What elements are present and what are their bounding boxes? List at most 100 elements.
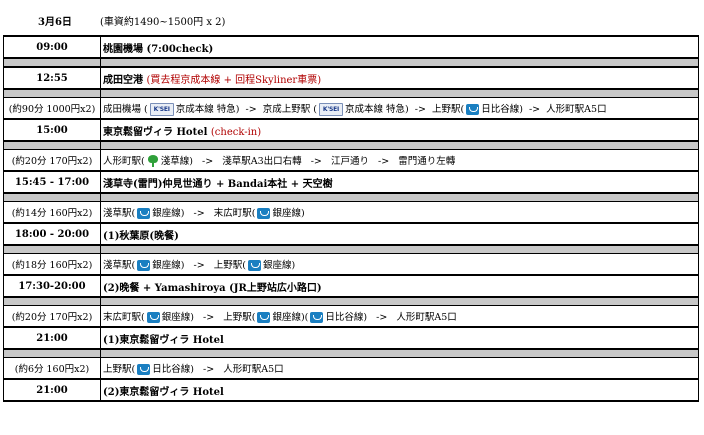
place-name: 成田空港 [103,74,147,86]
route-cell: 上野駅( 日比谷線) -> 人形町駅A5口 [100,357,699,380]
tokyo-metro-icon [146,312,160,323]
row-separator [3,140,699,150]
route-line: 日比谷線) [481,103,523,115]
table-row: 21:00 (2)東京鬆留ヴィラ Hotel [3,378,699,402]
table-row: (約20分 170円x2) 人形町駅(淺草線) -> 淺草駅A3出口右轉 -> … [3,149,699,172]
place-cell: (2)晚餐 + Yamashiroya (JR上野站広小路口) [100,274,699,298]
route-cell: 淺草駅(銀座線) -> 上野駅(銀座線) [100,253,699,276]
time-cell: 15:00 [3,118,101,142]
tokyo-metro-icon [137,260,151,271]
route-line: 銀座線) [152,208,185,219]
table-row: 18:00 - 20:00 (1)秋葉原(晚餐) [3,222,699,246]
route-line: 京成本線 特急) [344,103,409,115]
route-arrow: -> [310,155,322,167]
route-arrow: -> [203,364,215,375]
place-cell: 成田空港 (買去程京成本線 + 回程Skyliner車票) [100,66,699,90]
fare-cell: (約6分 160円x2) [3,357,101,380]
table-row: 15:45 - 17:00 淺草寺(雷門)仲見世通り + Bandai本社 + … [3,170,699,194]
time-cell: 17:30-20:00 [3,274,101,298]
fare-cell: (約20分 170円x2) [3,305,101,328]
place-cell: 淺草寺(雷門)仲見世通り + Bandai本社 + 天空樹 [100,170,699,194]
fare-cell: (約20分 170円x2) [3,149,101,172]
route-line: 銀座線)( [272,312,309,323]
route-station: 京成上野駅 ( [262,103,317,115]
table-row: (約18分 160円x2) 淺草駅(銀座線) -> 上野駅(銀座線) [3,253,699,276]
row-separator [3,348,699,358]
route-cell: 人形町駅(淺草線) -> 淺草駅A3出口右轉 -> 江戸通り -> 雷門通り左轉 [100,149,699,172]
route-station: 淺草駅A3出口右轉 [222,155,302,167]
route-line: 銀座線) [152,260,185,271]
route-cell: 成田機場 (K'SEI 京成本線 特急) -> 京成上野駅 (K'SEI 京成本線 … [100,97,699,120]
route-arrow: -> [193,208,205,219]
tokyo-metro-icon [137,208,151,219]
route-arrow: -> [528,103,541,115]
place-cell: (1)秋葉原(晚餐) [100,222,699,246]
tokyo-metro-icon [247,260,261,271]
place-name: 東京鬆留ヴィラ Hotel [103,126,211,138]
route-station: 上野駅( [431,103,465,115]
time-cell: 21:00 [3,378,101,402]
route-line: 銀座線) [161,312,194,323]
fare-cell: (約90分 1000円x2) [3,97,101,120]
route-station: 上野駅( [103,364,136,375]
time-cell: 18:00 - 20:00 [3,222,101,246]
time-cell: 15:45 - 17:00 [3,170,101,194]
table-row: 12:55 成田空港 (買去程京成本線 + 回程Skyliner車票) [3,66,699,90]
place-cell: 桃園機場 (7:00check) [100,35,699,59]
route-station: 人形町駅( [103,155,145,167]
place-cell: 東京鬆留ヴィラ Hotel (check-in) [100,118,699,142]
route-line: 淺草線) [160,155,193,167]
schedule-date: 3月6日 [38,17,72,28]
route-station: 淺草駅( [103,208,136,219]
fare-cell: (約18分 160円x2) [3,253,101,276]
route-line: 日比谷線) [325,312,368,323]
route-line: 銀座線) [272,208,305,219]
fare-note: (車資約1490~1500円 x 2) [100,17,226,28]
row-separator [3,57,699,68]
table-row: (約20分 170円x2) 末広町駅(銀座線) -> 上野駅(銀座線)(日比谷線… [3,305,699,328]
route-station: 上野駅( [223,312,256,323]
route-station: 人形町駅A5口 [396,312,457,323]
table-row: 17:30-20:00 (2)晚餐 + Yamashiroya (JR上野站広小… [3,274,699,298]
route-arrow: -> [203,312,215,323]
route-arrow: -> [193,260,205,271]
row-separator [3,88,699,98]
place-cell: (1)東京鬆留ヴィラ Hotel [100,326,699,350]
route-station: 人形町駅A5口 [223,364,284,375]
table-row: 09:00 桃園機場 (7:00check) [3,35,699,59]
tokyo-metro-icon [310,312,324,323]
row-separator [3,244,699,254]
tokyo-metro-icon [257,208,271,219]
route-arrow: -> [414,103,426,115]
ticket-note: (買去程京成本線 + 回程Skyliner車票) [146,74,322,86]
place-cell: (2)東京鬆留ヴィラ Hotel [100,378,699,402]
route-station: 淺草駅( [103,260,136,271]
keisei-logo-icon: K'SEI [318,102,343,116]
tokyo-metro-icon [137,364,151,375]
time-cell: 12:55 [3,66,101,90]
route-street: 雷門通り左轉 [398,155,456,167]
table-row: (約90分 1000円x2) 成田機場 (K'SEI 京成本線 特急) -> 京成… [3,97,699,120]
route-line: 日比谷線) [152,364,194,375]
route-cell: 淺草駅(銀座線) -> 末広町駅(銀座線) [100,201,699,224]
time-cell: 09:00 [3,35,101,59]
itinerary-table: 09:00 桃園機場 (7:00check) 12:55 成田空港 (買去程京成… [3,35,699,402]
table-row: 15:00 東京鬆留ヴィラ Hotel (check-in) [3,118,699,142]
table-row: (約6分 160円x2) 上野駅( 日比谷線) -> 人形町駅A5口 [3,357,699,380]
time-cell: 21:00 [3,326,101,350]
row-separator [3,192,699,202]
route-arrow: -> [245,103,257,115]
tokyo-metro-icon [257,312,271,323]
route-arrow: -> [378,155,390,167]
route-arrow: -> [376,312,388,323]
toei-subway-icon [147,155,159,168]
tokyo-metro-icon [466,103,480,115]
row-separator [3,296,699,306]
route-street: 江戸通り [330,155,369,167]
route-station: 成田機場 ( [103,103,148,115]
route-line: 京成本線 特急) [175,103,240,115]
fare-cell: (約14分 160円x2) [3,201,101,224]
route-line: 銀座線) [262,260,296,271]
route-cell: 末広町駅(銀座線) -> 上野駅(銀座線)(日比谷線) -> 人形町駅A5口 [100,305,699,328]
checkin-note: (check-in) [210,126,262,138]
